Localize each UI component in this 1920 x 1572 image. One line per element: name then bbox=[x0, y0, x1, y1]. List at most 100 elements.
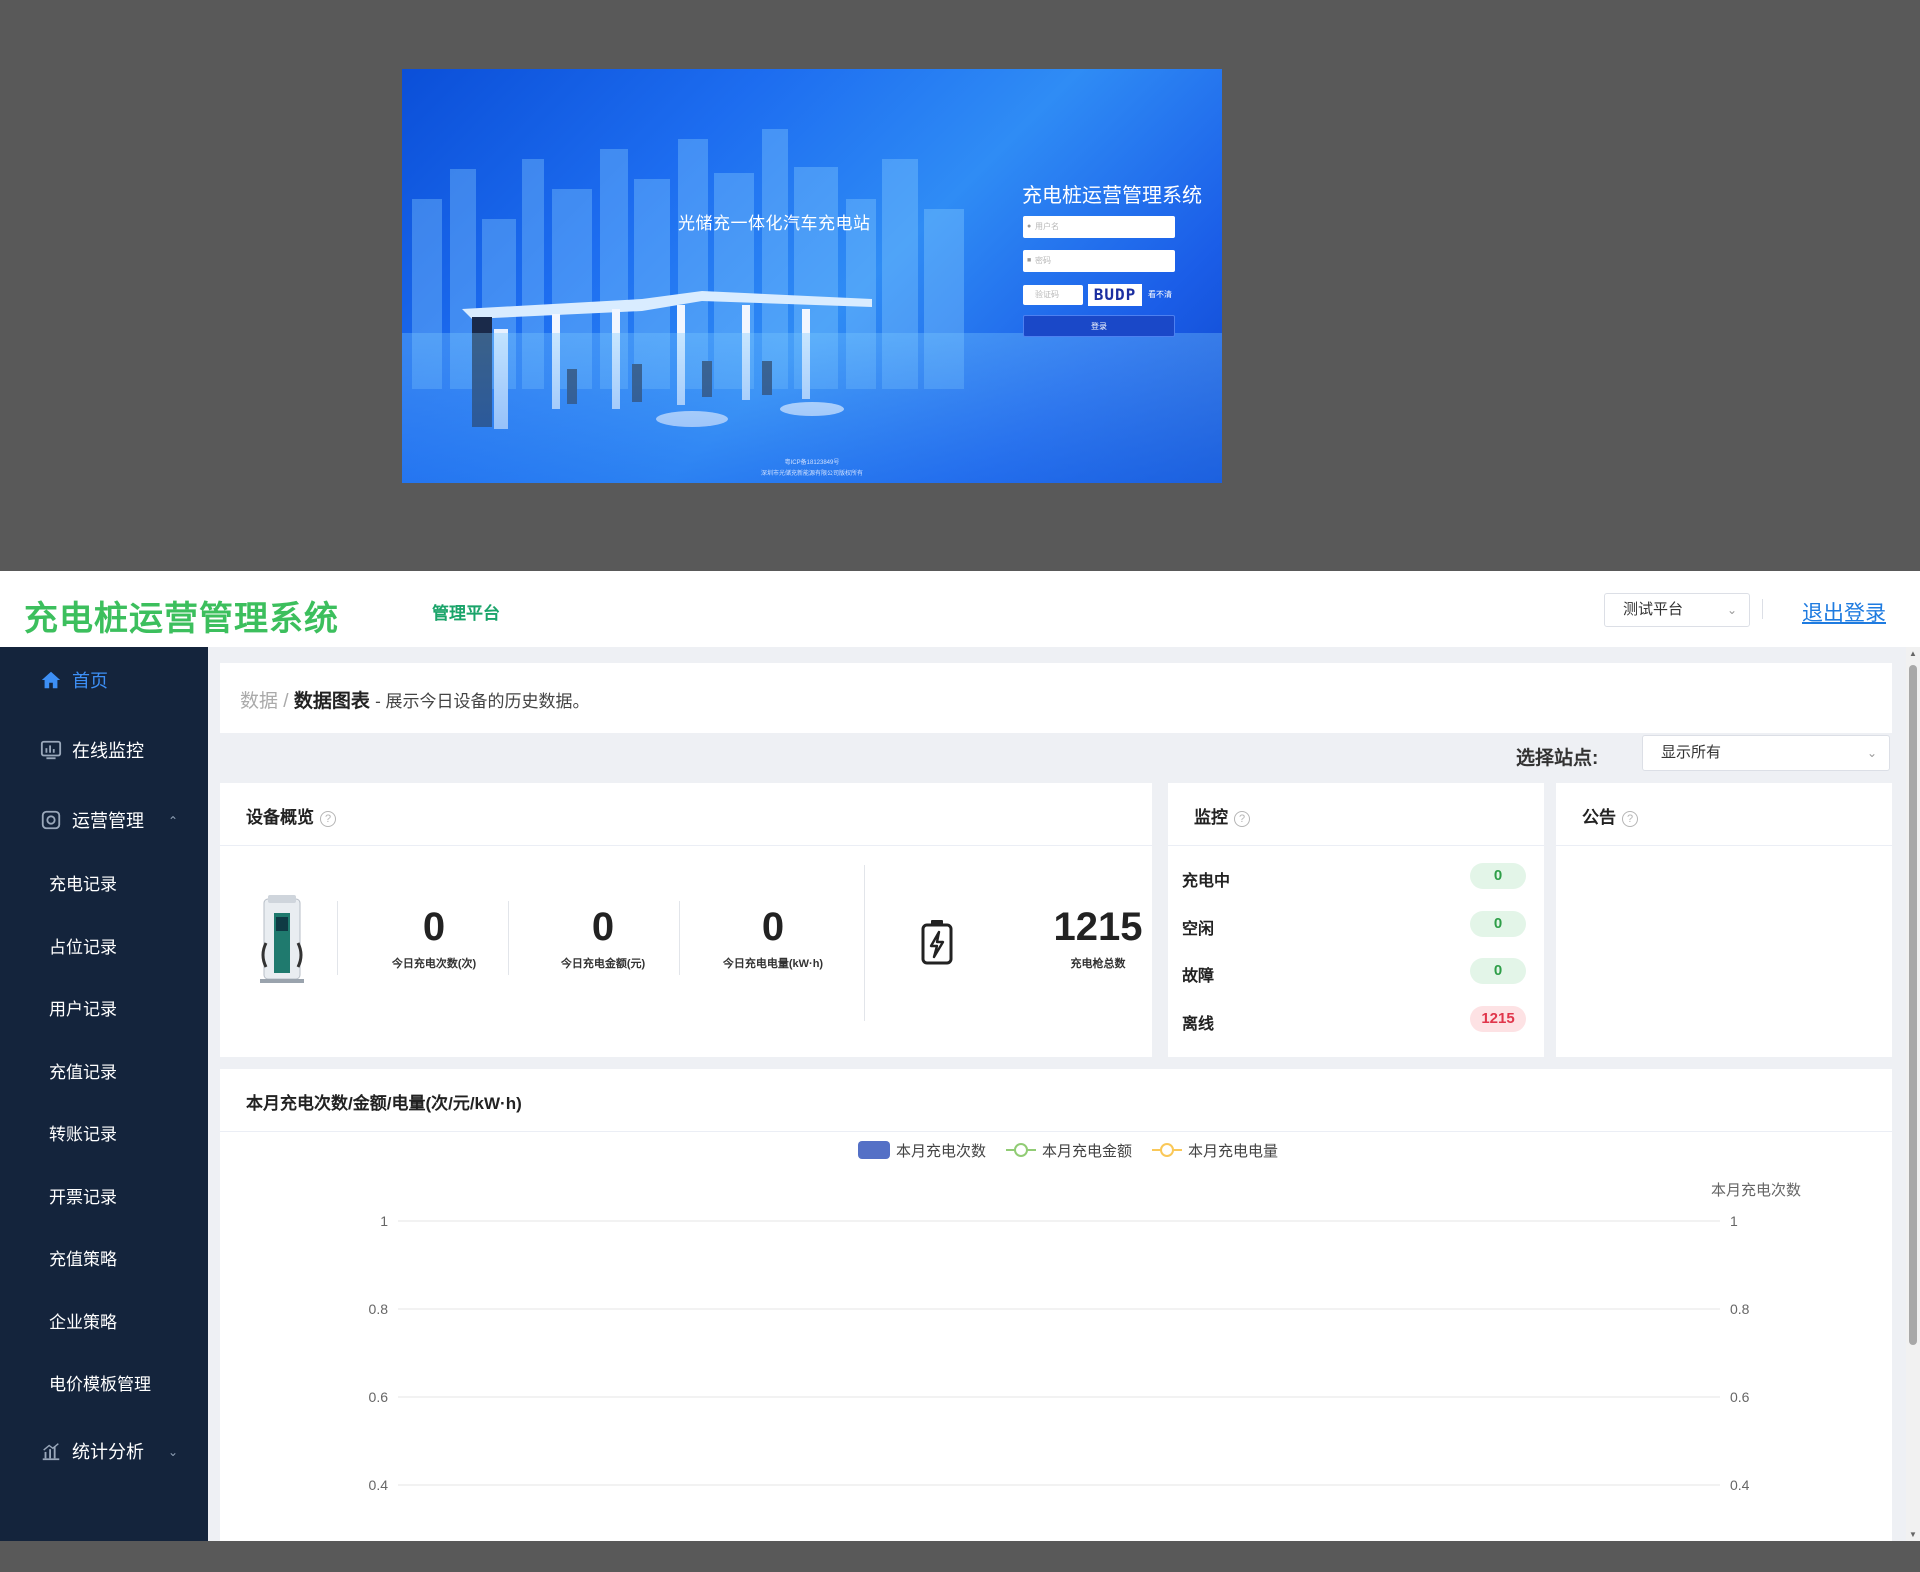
legend-item-label: 本月充电金额 bbox=[1042, 1143, 1132, 1160]
monitor-title-text: 监控 bbox=[1194, 808, 1228, 827]
captcha-input[interactable]: 验证码 bbox=[1023, 285, 1083, 305]
sidebar-subitem-charge-records[interactable]: 充电记录 bbox=[0, 860, 208, 910]
scrollbar-thumb[interactable] bbox=[1909, 665, 1917, 1345]
overview-card-title: 设备概览? bbox=[246, 803, 336, 828]
sidebar-item-label: 统计分析 bbox=[72, 1442, 144, 1462]
stat-value: 0 bbox=[422, 905, 446, 949]
captcha-refresh-link[interactable]: 看不清 bbox=[1148, 289, 1172, 300]
stat-label: 充电枪总数 bbox=[1070, 958, 1126, 970]
y-tick-label-right: 0.4 bbox=[1730, 1477, 1750, 1493]
home-icon bbox=[38, 653, 64, 709]
sidebar-subitem-occupancy-records[interactable]: 占位记录 bbox=[0, 923, 208, 973]
login-title: 充电桩运营管理系统 bbox=[1022, 185, 1202, 207]
chevron-up-icon: ⌃ bbox=[168, 814, 179, 828]
page-scrollbar[interactable]: ▲ ▼ bbox=[1906, 647, 1920, 1541]
sidebar-subitem-user-records[interactable]: 用户记录 bbox=[0, 985, 208, 1035]
y-tick-label-left: 0.8 bbox=[369, 1301, 389, 1317]
sidebar-item-label: 在线监控 bbox=[72, 741, 144, 761]
station-select[interactable]: 显示所有 ⌄ bbox=[1642, 735, 1890, 771]
app-logo: 充电桩运营管理系统 bbox=[24, 600, 339, 638]
login-footer-copyright: 深圳市光储充新能源有限公司版权所有 bbox=[760, 471, 863, 477]
help-icon[interactable]: ? bbox=[320, 811, 336, 827]
scroll-down-arrow[interactable]: ▼ bbox=[1908, 1530, 1918, 1539]
monitor-row-label: 充电中 bbox=[1182, 873, 1231, 890]
main-content: 数据 / 数据图表 - 展示今日设备的历史数据。 选择站点: 显示所有 ⌄ 设备… bbox=[208, 647, 1908, 1541]
password-placeholder: 密码 bbox=[1035, 256, 1051, 265]
scroll-up-arrow[interactable]: ▲ bbox=[1908, 649, 1918, 658]
chevron-down-icon: ⌄ bbox=[168, 1445, 179, 1459]
legend-item-label: 本月充电电量 bbox=[1188, 1143, 1278, 1160]
battery-charge-icon bbox=[921, 920, 953, 965]
card-divider bbox=[220, 845, 1152, 846]
sidebar-item-home[interactable]: 首页 bbox=[0, 653, 208, 709]
platform-select[interactable]: 测试平台 ⌄ bbox=[1604, 593, 1750, 627]
legend-swatch-marker bbox=[1160, 1143, 1174, 1157]
legend-swatch-marker bbox=[1014, 1143, 1028, 1157]
sidebar-item-monitor[interactable]: 在线监控 bbox=[0, 723, 208, 779]
status-badge: 1215 bbox=[1470, 1006, 1526, 1032]
notice-card-title: 公告? bbox=[1582, 803, 1638, 828]
notice-title-text: 公告 bbox=[1582, 808, 1616, 827]
stat-label: 今日充电金额(元) bbox=[560, 958, 646, 970]
legend-item-label: 本月充电次数 bbox=[896, 1143, 986, 1160]
sidebar-item-label: 首页 bbox=[72, 671, 108, 691]
monitor-row-label: 空闲 bbox=[1182, 921, 1215, 938]
login-preview-screenshot: 光储充一体化汽车充电站 充电桩运营管理系统 ● 用户名 ■ 密码 验证码 BUD… bbox=[402, 69, 1222, 483]
y-tick-label-left: 1 bbox=[380, 1213, 388, 1229]
sidebar-subitem-recharge-strategy[interactable]: 充值策略 bbox=[0, 1235, 208, 1285]
y-tick-label-right: 0.6 bbox=[1730, 1389, 1750, 1405]
stat-value: 1215 bbox=[1053, 905, 1143, 949]
captcha-placeholder: 验证码 bbox=[1035, 290, 1059, 299]
y-tick-label-left: 0.6 bbox=[369, 1389, 389, 1405]
help-icon[interactable]: ? bbox=[1622, 811, 1638, 827]
charger-illustration bbox=[260, 895, 304, 983]
monitor-row-fault: 故障 0 bbox=[1168, 958, 1544, 988]
monitor-row-label: 离线 bbox=[1182, 1016, 1215, 1033]
monitor-row-charging: 充电中 0 bbox=[1168, 863, 1544, 893]
monitor-card-title: 监控? bbox=[1194, 803, 1250, 828]
lock-icon: ■ bbox=[1027, 257, 1032, 264]
legend-swatch-bar bbox=[858, 1141, 890, 1159]
breadcrumb-root[interactable]: 数据 bbox=[240, 691, 278, 712]
login-button[interactable]: 登录 bbox=[1023, 315, 1175, 337]
chevron-down-icon: ⌄ bbox=[1726, 603, 1737, 617]
notice-card: 公告? bbox=[1556, 783, 1892, 1057]
status-badge: 0 bbox=[1470, 863, 1526, 889]
right-axis-label: 本月充电次数 bbox=[1711, 1182, 1801, 1199]
device-overview-card: 设备概览? 0 今日充电次数(次) 0 今日充电金额(元) 0 今日充电电量(k… bbox=[220, 783, 1152, 1057]
stat-divider bbox=[679, 901, 680, 975]
sidebar-subitem-invoice-records[interactable]: 开票记录 bbox=[0, 1173, 208, 1223]
sidebar-item-operations[interactable]: 运营管理 ⌃ bbox=[0, 793, 208, 849]
sidebar-subitem-transfer-records[interactable]: 转账记录 bbox=[0, 1110, 208, 1160]
y-tick-label-right: 0.8 bbox=[1730, 1301, 1750, 1317]
stat-today-amount: 0 今日充电金额(元) bbox=[523, 905, 683, 971]
stat-value: 0 bbox=[761, 905, 785, 949]
username-placeholder: 用户名 bbox=[1035, 222, 1059, 231]
stat-divider bbox=[508, 901, 509, 975]
stat-total-guns: 1215 充电枪总数 bbox=[1018, 905, 1178, 971]
sidebar-subitem-recharge-records[interactable]: 充值记录 bbox=[0, 1048, 208, 1098]
captcha-image[interactable]: BUDP bbox=[1088, 284, 1142, 306]
monitor-row-offline: 离线 1215 bbox=[1168, 1006, 1544, 1036]
stat-label: 今日充电次数(次) bbox=[391, 958, 477, 970]
user-icon: ● bbox=[1027, 223, 1032, 230]
login-station-title: 光储充一体化汽车充电站 bbox=[678, 214, 871, 233]
sidebar-subitem-enterprise-strategy[interactable]: 企业策略 bbox=[0, 1298, 208, 1348]
status-badge: 0 bbox=[1470, 911, 1526, 937]
top-header: 充电桩运营管理系统 管理平台 测试平台 ⌄ 退出登录 bbox=[0, 571, 1920, 647]
sidebar-item-statistics[interactable]: 统计分析 ⌄ bbox=[0, 1424, 208, 1480]
breadcrumb: 数据 / 数据图表 - 展示今日设备的历史数据。 bbox=[220, 663, 1892, 733]
help-icon[interactable]: ? bbox=[1234, 811, 1250, 827]
card-divider bbox=[1556, 845, 1892, 846]
breadcrumb-current: 数据图表 bbox=[293, 691, 370, 712]
card-divider bbox=[1168, 845, 1544, 846]
username-input[interactable]: ● 用户名 bbox=[1023, 216, 1175, 238]
logout-link[interactable]: 退出登录 bbox=[1802, 597, 1886, 627]
sidebar: 首页 在线监控 运营管理 ⌃ 充电记录 占位记录 用户记录 充值记录 转账记录 … bbox=[0, 647, 208, 1541]
breadcrumb-text: 数据 / 数据图表 - 展示今日设备的历史数据。 bbox=[240, 686, 590, 713]
login-footer-icp: 粤ICP备18123849号 bbox=[784, 460, 840, 466]
password-input[interactable]: ■ 密码 bbox=[1023, 250, 1175, 272]
sidebar-subitem-price-template[interactable]: 电价模板管理 bbox=[0, 1360, 208, 1410]
station-select-value: 显示所有 bbox=[1661, 744, 1722, 761]
dashboard-app: 充电桩运营管理系统 管理平台 测试平台 ⌄ 退出登录 首页 在线监控 运营管理 bbox=[0, 571, 1920, 1541]
